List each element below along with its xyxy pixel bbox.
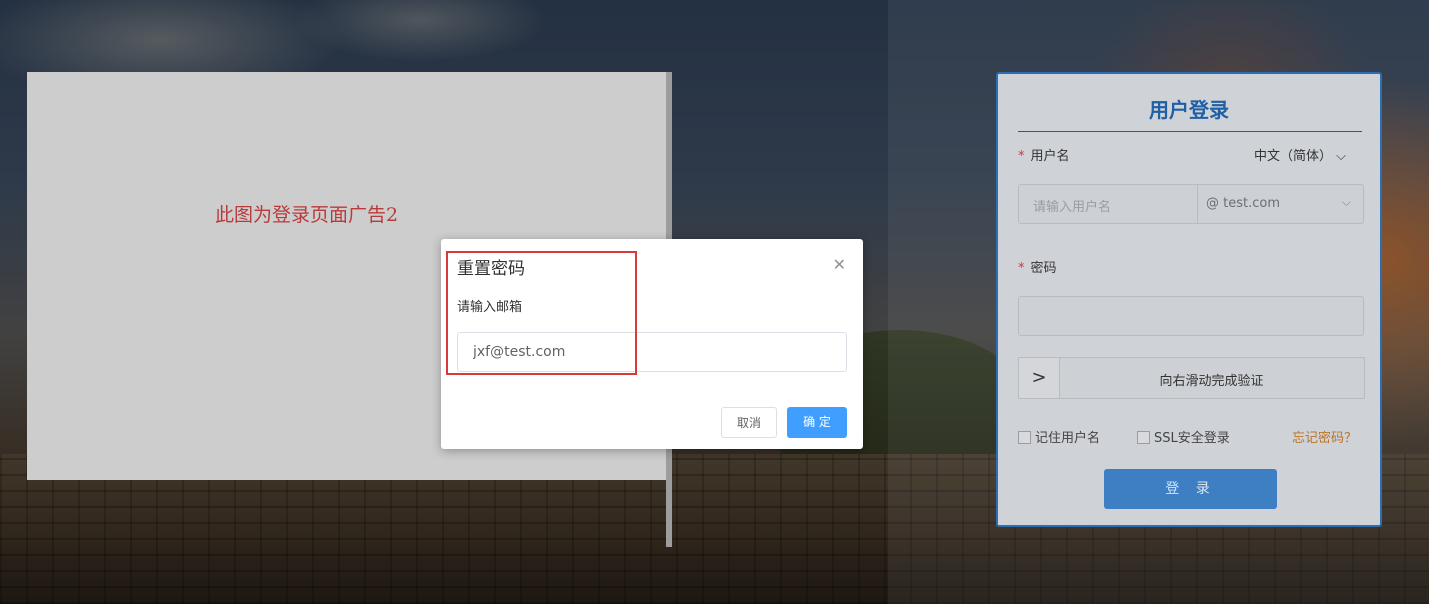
title-divider bbox=[1018, 131, 1362, 132]
cancel-button[interactable]: 取消 bbox=[721, 407, 777, 438]
checkbox-icon[interactable] bbox=[1137, 431, 1150, 444]
login-title: 用户登录 bbox=[1149, 98, 1229, 122]
checkbox-icon[interactable] bbox=[1018, 431, 1031, 444]
reset-password-dialog: 重置密码 ✕ 请输入邮箱 取消 确 定 bbox=[441, 239, 863, 449]
dialog-title: 重置密码 bbox=[457, 259, 525, 279]
chevron-down-icon: ⌵ bbox=[1341, 195, 1351, 209]
ad-text: 此图为登录页面广告2 bbox=[215, 204, 399, 226]
email-field[interactable] bbox=[457, 332, 847, 372]
close-icon[interactable]: ✕ bbox=[833, 255, 846, 274]
login-card: 用户登录 * 用户名 中文（简体） ⌵ 请输入用户名 @ test.com ⌵ *… bbox=[996, 72, 1382, 527]
slider-text: 向右滑动完成验证 bbox=[1159, 374, 1264, 389]
remember-username-checkbox[interactable]: 记住用户名 bbox=[1018, 427, 1100, 446]
username-field[interactable]: 请输入用户名 @ test.com ⌵ bbox=[1018, 184, 1364, 224]
required-mark: * bbox=[1018, 261, 1025, 276]
username-label: * 用户名 bbox=[1018, 149, 1070, 164]
domain-select[interactable]: @ test.com ⌵ bbox=[1197, 185, 1363, 223]
login-button[interactable]: 登 录 bbox=[1104, 469, 1277, 509]
username-input[interactable]: 请输入用户名 bbox=[1033, 196, 1111, 215]
domain-value: @ test.com bbox=[1206, 196, 1280, 211]
slider-handle[interactable]: > bbox=[1019, 358, 1060, 398]
confirm-button[interactable]: 确 定 bbox=[787, 407, 847, 438]
chevron-down-icon: ⌵ bbox=[1336, 149, 1347, 164]
slide-captcha[interactable]: > 向右滑动完成验证 bbox=[1018, 357, 1365, 399]
forgot-password-link[interactable]: 忘记密码？ bbox=[1292, 427, 1357, 446]
password-input[interactable] bbox=[1018, 296, 1364, 336]
chevron-right-icon: > bbox=[1031, 367, 1047, 388]
email-label: 请输入邮箱 bbox=[457, 300, 523, 315]
language-selector[interactable]: 中文（简体） ⌵ bbox=[1254, 145, 1346, 164]
ssl-login-checkbox[interactable]: SSL安全登录 bbox=[1137, 427, 1230, 446]
password-label: * 密码 bbox=[1018, 261, 1057, 276]
required-mark: * bbox=[1018, 149, 1025, 164]
